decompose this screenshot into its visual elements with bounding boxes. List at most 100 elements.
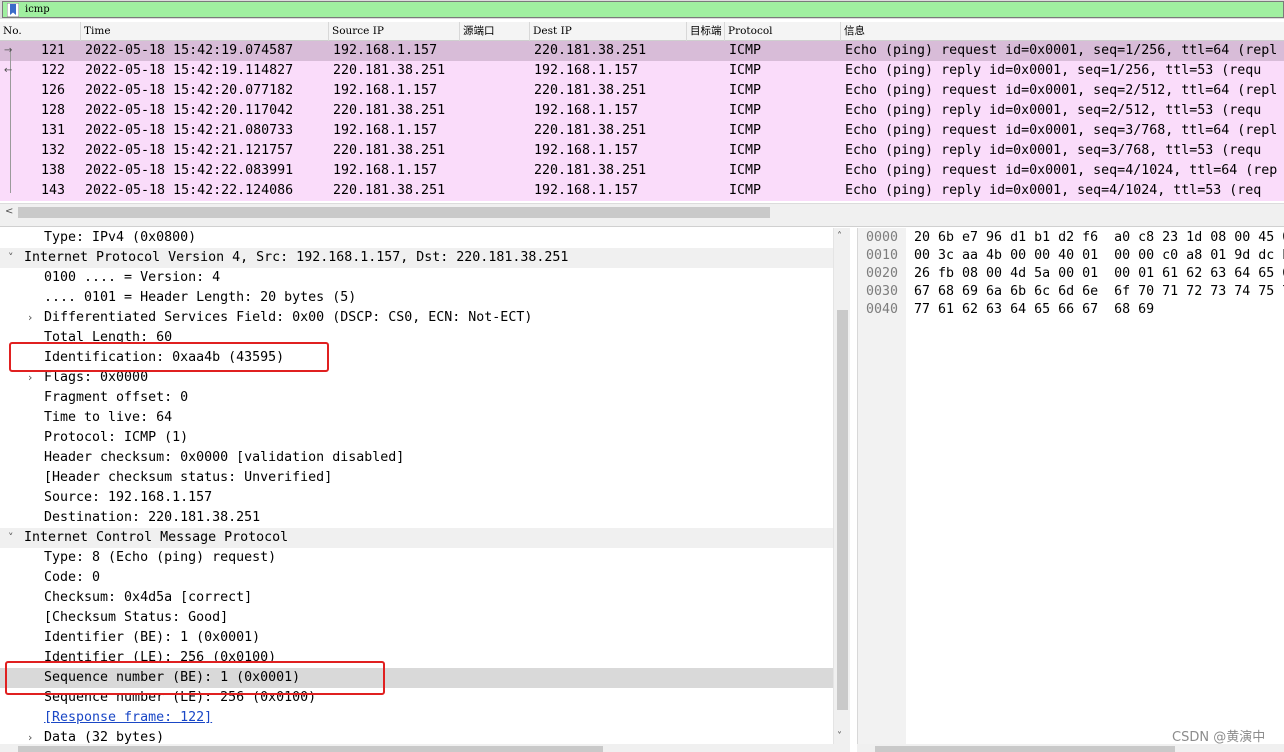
scrollbar-thumb[interactable] xyxy=(837,310,848,710)
protocol-tree-field[interactable]: Source: 192.168.1.157 xyxy=(0,488,833,508)
scrollbar-thumb[interactable] xyxy=(18,746,603,752)
packet-time: 2022-05-18 15:42:20.077182 xyxy=(85,83,294,98)
reply-arrow-icon: ← xyxy=(4,65,13,76)
packet-dst: 220.181.38.251 xyxy=(534,163,647,178)
column-header-source-port[interactable]: 源端口 xyxy=(460,22,530,41)
protocol-tree-field[interactable]: .... 0101 = Header Length: 20 bytes (5) xyxy=(0,288,833,308)
protocol-tree-field[interactable]: Code: 0 xyxy=(0,568,833,588)
column-header-time[interactable]: Time xyxy=(81,22,329,41)
display-filter-input[interactable]: icmp xyxy=(2,1,1284,18)
hex-bytes[interactable]: 20 6b e7 96 d1 b1 d2 f6 a0 c8 23 1d 08 0… xyxy=(914,229,1284,247)
protocol-tree-field[interactable]: 0100 .... = Version: 4 xyxy=(0,268,833,288)
protocol-tree-field[interactable]: Checksum: 0x4d5a [correct] xyxy=(0,588,833,608)
field-text: [Header checksum status: Unverified] xyxy=(44,470,333,485)
column-header-dest-port[interactable]: 目标端 xyxy=(687,22,725,41)
response-frame-link[interactable]: [Response frame: 122] xyxy=(44,708,212,728)
protocol-tree-field[interactable]: Destination: 220.181.38.251 xyxy=(0,508,833,528)
hex-bytes[interactable]: 00 3c aa 4b 00 00 40 01 00 00 c0 a8 01 9… xyxy=(914,247,1284,265)
field-text: Type: IPv4 (0x0800) xyxy=(44,230,197,245)
packet-proto: ICMP xyxy=(729,83,762,98)
packet-info: Echo (ping) request id=0x0001, seq=1/256… xyxy=(845,43,1278,58)
packet-list-horizontal-scrollbar[interactable]: < xyxy=(0,203,1284,220)
field-text: Internet Protocol Version 4, Src: 192.16… xyxy=(24,250,569,265)
packet-src: 192.168.1.157 xyxy=(333,43,438,58)
pane-splitter[interactable] xyxy=(0,220,1284,227)
display-filter-bar: icmp xyxy=(0,0,1284,19)
scrollbar-thumb[interactable] xyxy=(875,746,1175,752)
packet-proto: ICMP xyxy=(729,143,762,158)
byte-offset: 0020 xyxy=(866,266,899,281)
hex-bytes[interactable]: 77 61 62 63 64 65 66 67 68 69 xyxy=(914,301,1154,319)
filter-text: icmp xyxy=(25,4,50,15)
packet-dst: 220.181.38.251 xyxy=(534,123,647,138)
column-header-no[interactable]: No. xyxy=(0,22,81,41)
bytes-offset-column: 0000 0010 0020 0030 0040 xyxy=(858,228,906,752)
scroll-up-icon[interactable]: ˄ xyxy=(837,232,842,242)
packet-time: 2022-05-18 15:42:20.117042 xyxy=(85,103,294,118)
column-header-protocol[interactable]: Protocol xyxy=(725,22,841,41)
byte-offset: 0010 xyxy=(866,248,899,263)
protocol-tree-field[interactable]: [Checksum Status: Good] xyxy=(0,608,833,628)
details-horizontal-scrollbar[interactable] xyxy=(0,744,850,752)
packet-proto: ICMP xyxy=(729,183,762,198)
packet-dst: 192.168.1.157 xyxy=(534,183,639,198)
packet-info: Echo (ping) reply id=0x0001, seq=4/1024,… xyxy=(845,183,1262,198)
packet-dst: 220.181.38.251 xyxy=(534,83,647,98)
scroll-down-icon[interactable]: ˅ xyxy=(837,732,842,742)
packet-dst: 220.181.38.251 xyxy=(534,43,647,58)
packet-row[interactable]: 121 2022-05-18 15:42:19.074587 192.168.1.1… xyxy=(0,41,1284,61)
packet-info: Echo (ping) request id=0x0001, seq=4/102… xyxy=(845,163,1278,178)
scrollbar-thumb[interactable] xyxy=(18,207,770,218)
packet-src: 220.181.38.251 xyxy=(333,143,446,158)
packet-row[interactable]: 132 2022-05-18 15:42:21.121757 220.181.38.… xyxy=(0,141,1284,161)
column-header-dest-ip[interactable]: Dest IP xyxy=(530,22,687,41)
packet-row[interactable]: 126 2022-05-18 15:42:20.077182 192.168.1.1… xyxy=(0,81,1284,101)
protocol-tree-field[interactable]: Fragment offset: 0 xyxy=(0,388,833,408)
bytes-horizontal-scrollbar[interactable] xyxy=(857,744,1284,752)
field-text: Header checksum: 0x0000 [validation disa… xyxy=(44,450,405,465)
packet-dst: 192.168.1.157 xyxy=(534,103,639,118)
packet-src: 220.181.38.251 xyxy=(333,103,446,118)
packet-info: Echo (ping) request id=0x0001, seq=3/768… xyxy=(845,123,1278,138)
hex-bytes[interactable]: 26 fb 08 00 4d 5a 00 01 00 01 61 62 63 6… xyxy=(914,265,1284,283)
byte-offset: 0000 xyxy=(866,230,899,245)
field-text: Identifier (BE): 1 (0x0001) xyxy=(44,630,261,645)
packet-row[interactable]: 143 2022-05-18 15:42:22.124086 220.181.38.… xyxy=(0,181,1284,201)
scroll-left-icon[interactable]: < xyxy=(5,207,13,217)
hex-bytes[interactable]: 67 68 69 6a 6b 6c 6d 6e 6f 70 71 72 73 7… xyxy=(914,283,1284,301)
packet-proto: ICMP xyxy=(729,103,762,118)
field-text: Protocol: ICMP (1) xyxy=(44,430,189,445)
packet-time: 2022-05-18 15:42:22.083991 xyxy=(85,163,294,178)
protocol-tree-field[interactable]: Type: IPv4 (0x0800) xyxy=(0,228,833,248)
protocol-tree-header[interactable]: ˅ Internet Control Message Protocol xyxy=(0,528,833,548)
protocol-tree-field[interactable]: Time to live: 64 xyxy=(0,408,833,428)
protocol-tree-field[interactable]: › Differentiated Services Field: 0x00 (DS… xyxy=(0,308,833,328)
collapse-chevron-icon[interactable]: ˅ xyxy=(8,528,14,548)
packet-row[interactable]: 122 2022-05-18 15:42:19.114827 220.181.38.… xyxy=(0,61,1284,81)
column-header-info[interactable]: 信息 xyxy=(841,22,1284,41)
field-text: Fragment offset: 0 xyxy=(44,390,189,405)
column-header-source-ip[interactable]: Source IP xyxy=(329,22,460,41)
protocol-tree-header[interactable]: ˅ Internet Protocol Version 4, Src: 192.1… xyxy=(0,248,833,268)
protocol-tree-field[interactable]: Identifier (BE): 1 (0x0001) xyxy=(0,628,833,648)
packet-dst: 192.168.1.157 xyxy=(534,63,639,78)
protocol-tree-field[interactable]: [Header checksum status: Unverified] xyxy=(0,468,833,488)
protocol-tree-field[interactable]: Type: 8 (Echo (ping) request) xyxy=(0,548,833,568)
packet-row[interactable]: 131 2022-05-18 15:42:21.080733 192.168.1.1… xyxy=(0,121,1284,141)
field-text: Source: 192.168.1.157 xyxy=(44,490,213,505)
protocol-tree-field[interactable]: Protocol: ICMP (1) xyxy=(0,428,833,448)
protocol-tree-field[interactable]: [Response frame: 122] xyxy=(0,708,833,728)
field-text: Code: 0 xyxy=(44,570,101,585)
expand-chevron-icon[interactable]: › xyxy=(28,308,32,328)
packet-proto: ICMP xyxy=(729,43,762,58)
annotation-box-sequence-number xyxy=(5,661,385,695)
packet-row[interactable]: 138 2022-05-18 15:42:22.083991 192.168.1.1… xyxy=(0,161,1284,181)
packet-src: 192.168.1.157 xyxy=(333,83,438,98)
protocol-tree-field[interactable]: Header checksum: 0x0000 [validation disa… xyxy=(0,448,833,468)
collapse-chevron-icon[interactable]: ˅ xyxy=(8,248,14,268)
bookmark-icon[interactable] xyxy=(7,3,19,17)
packet-row[interactable]: 128 2022-05-18 15:42:20.117042 220.181.38.… xyxy=(0,101,1284,121)
packet-src: 192.168.1.157 xyxy=(333,123,438,138)
details-vertical-scrollbar[interactable]: ˄ ˅ xyxy=(833,228,850,746)
field-text: [Checksum Status: Good] xyxy=(44,610,229,625)
